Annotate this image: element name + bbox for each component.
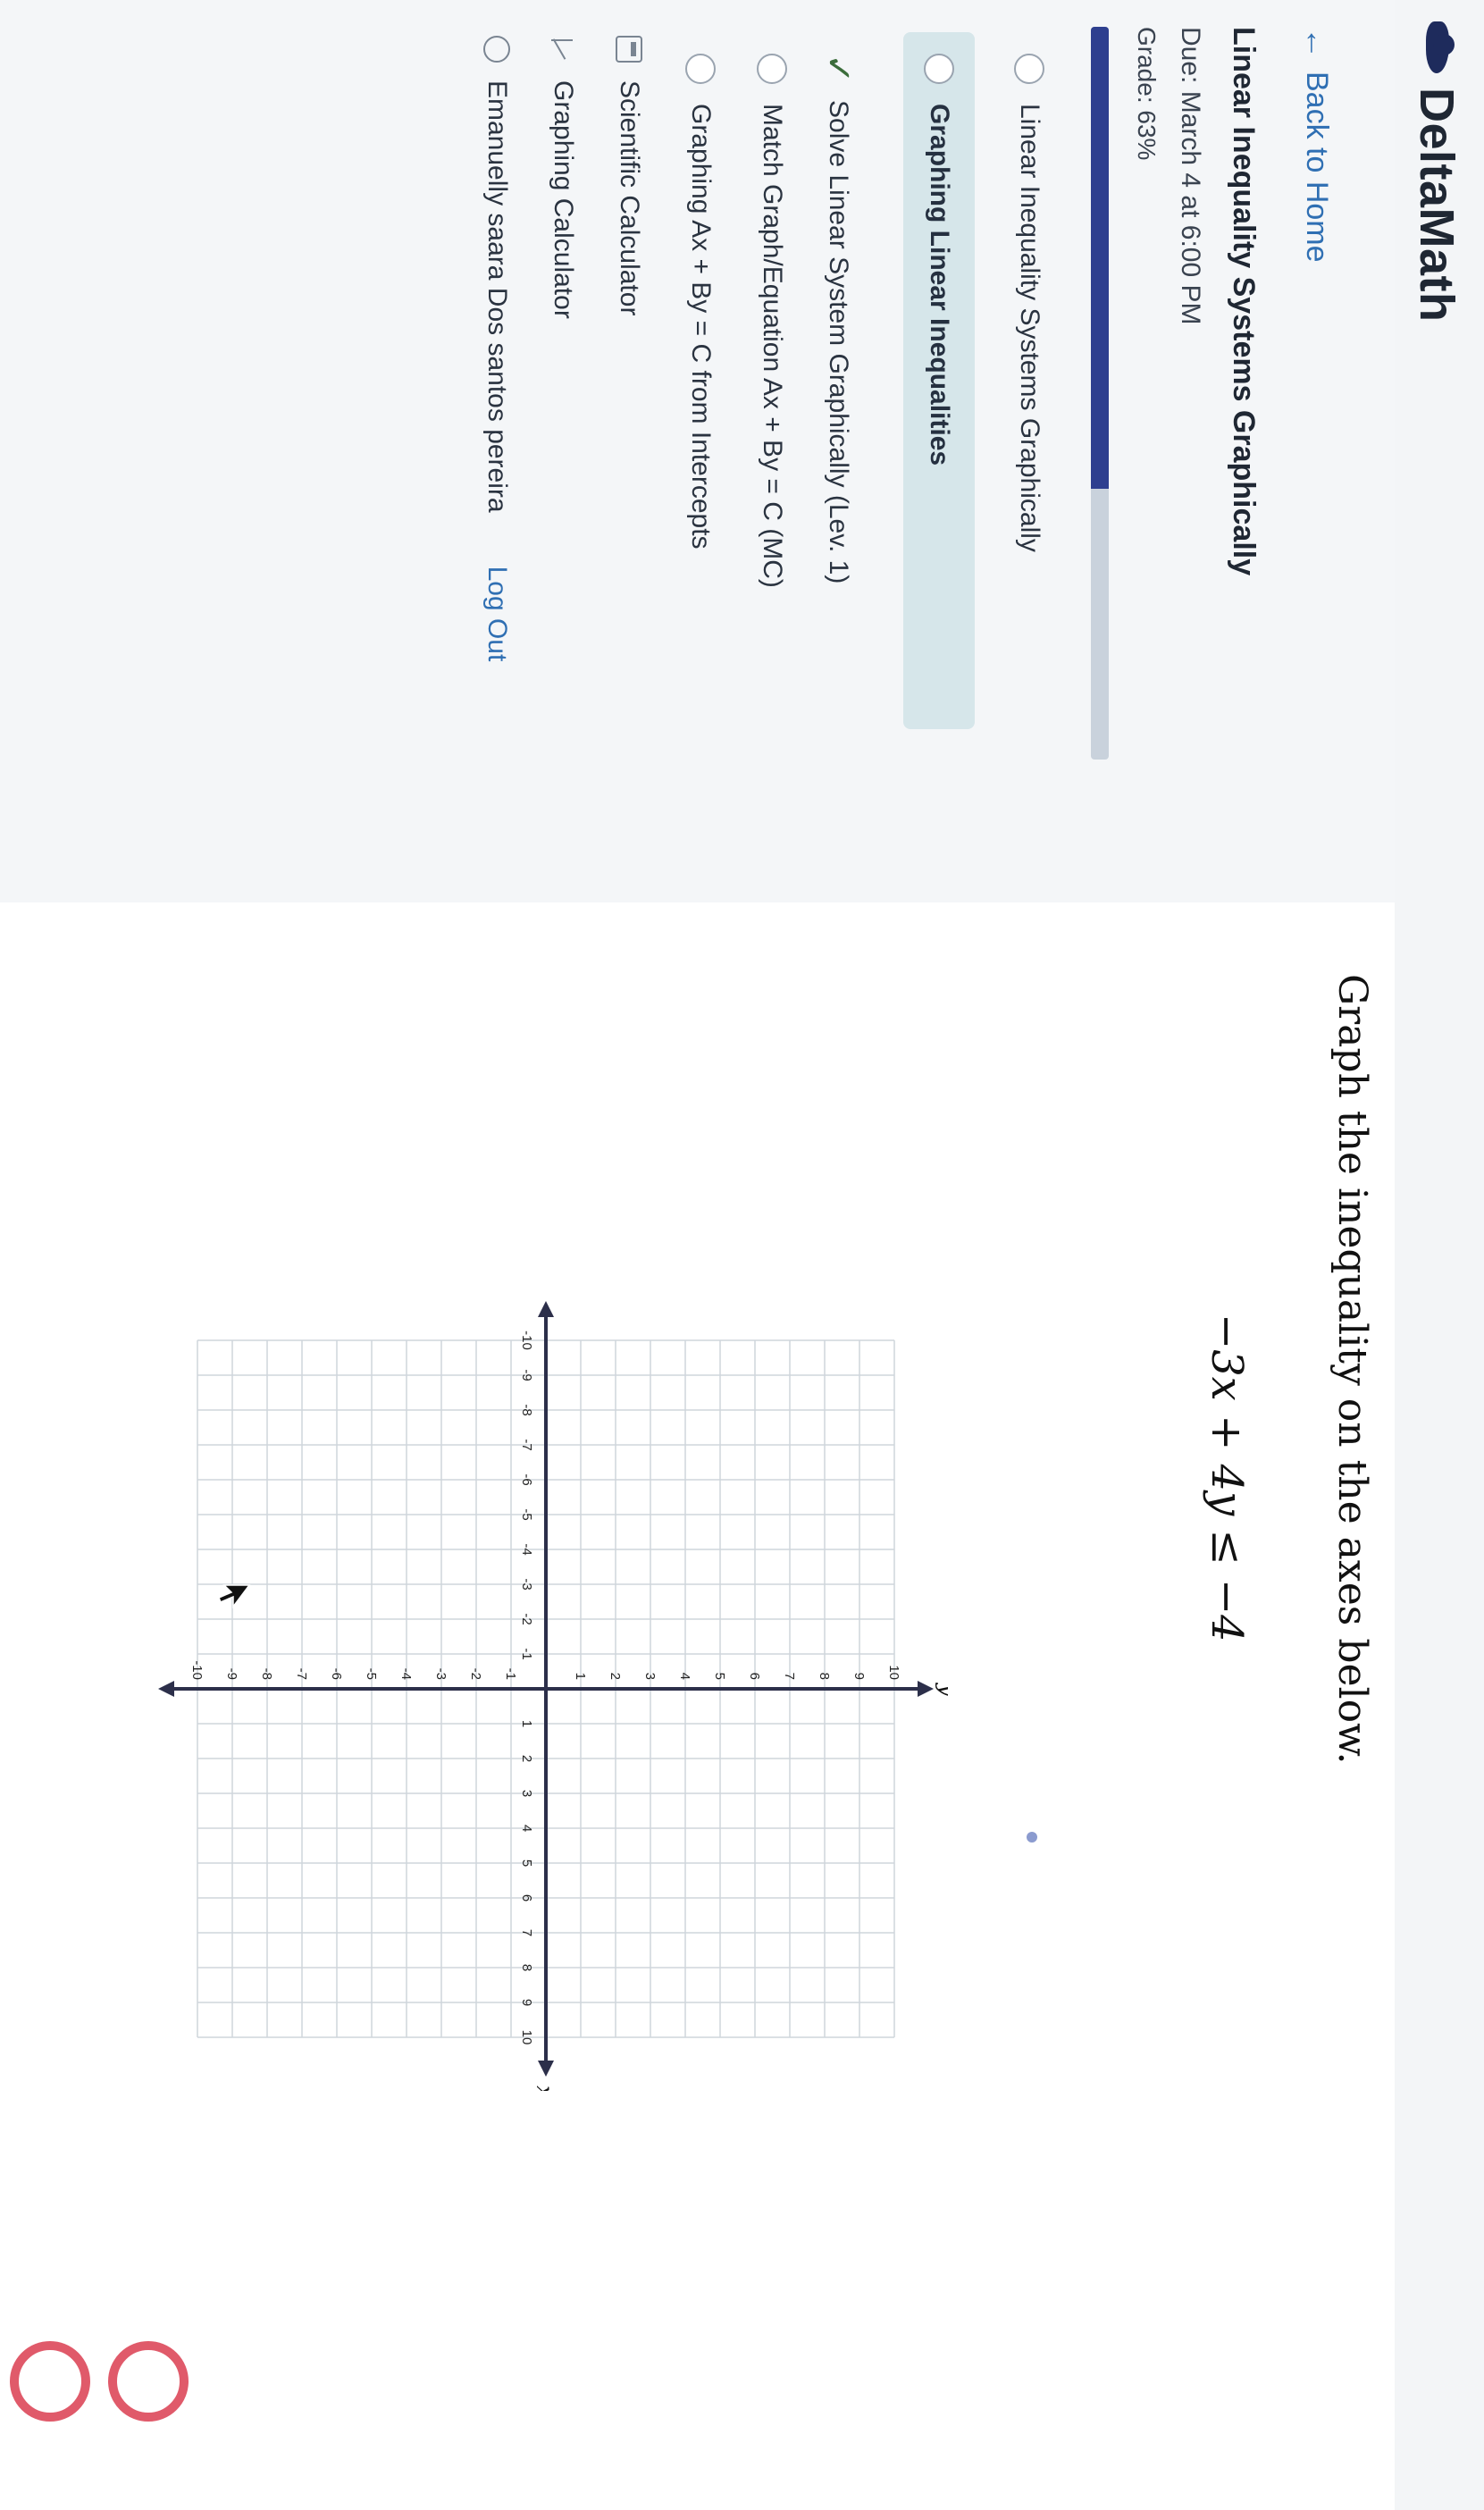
y-axis-label: y xyxy=(935,1683,948,1697)
y-tick-label: 8 xyxy=(817,1673,832,1680)
mouse-cursor-icon xyxy=(218,1584,251,1609)
x-tick-label: -8 xyxy=(519,1404,534,1415)
x-tick-label: 7 xyxy=(519,1929,534,1936)
x-tick-label: 4 xyxy=(519,1825,534,1832)
y-tick-label: 9 xyxy=(851,1673,867,1680)
skill-item-graphing-from-intercepts[interactable]: Graphing Ax + By = C from Intercepts xyxy=(685,54,716,550)
x-tick-label: 5 xyxy=(519,1859,534,1867)
skill-item-graphing-linear-inequalities[interactable]: Graphing Linear Inequalities xyxy=(903,32,975,729)
y-tick-label: 6 xyxy=(747,1673,762,1680)
calculator-icon xyxy=(616,36,642,63)
coordinate-plane[interactable]: x y -10 -9 -8 -7 -6 -5 -4 -3 -2 -1 1 2 3 4 5 6 7 8 9 10 -10 -9 -… xyxy=(144,1287,948,2091)
sidebar: ← Back to Home Linear Inequality Systems… xyxy=(0,0,1395,904)
radio-icon xyxy=(757,54,787,84)
user-row: Emanuelly saara Dos santos pereira Log O… xyxy=(482,36,512,661)
y-axis-arrow-down xyxy=(158,1681,174,1697)
inequality-equation: −3x + 4y ≤ −4 xyxy=(1202,1314,1252,1642)
assignment-due-date: Due: March 4 at 6:00 PM xyxy=(1176,27,1205,325)
header-bar: DeltaMath xyxy=(1393,0,1484,2510)
deltamath-logo-icon xyxy=(1419,21,1455,75)
arrow-left-icon: ← xyxy=(1299,27,1336,59)
skill-label: Linear Inequality Systems Graphically xyxy=(1015,104,1044,552)
radio-icon xyxy=(924,54,954,84)
screen: DeltaMath ← Back to Home Linear Inequali… xyxy=(0,0,1484,2510)
solid-line-tool-button[interactable] xyxy=(108,2341,189,2422)
x-tick-label: 6 xyxy=(519,1894,534,1901)
skill-label: Solve Linear System Graphically (Lev. 1) xyxy=(824,100,853,584)
x-tick-label: -6 xyxy=(519,1473,534,1485)
x-tick-label: 10 xyxy=(519,2030,534,2045)
y-tick-label: 1 xyxy=(573,1673,588,1680)
y-tick-label: 3 xyxy=(642,1673,658,1680)
x-tick-label: -5 xyxy=(519,1508,534,1520)
skill-label: Match Graph/Equation Ax + By = C (MC) xyxy=(758,104,787,588)
y-tick-label: -7 xyxy=(294,1668,309,1680)
user-icon xyxy=(483,36,510,63)
app-name: DeltaMath xyxy=(1410,88,1463,323)
y-tick-label: 4 xyxy=(677,1673,692,1680)
logout-link[interactable]: Log Out xyxy=(482,567,512,662)
x-tick-label: 3 xyxy=(519,1790,534,1797)
skill-item-match-graph-equation[interactable]: Match Graph/Equation Ax + By = C (MC) xyxy=(757,54,787,588)
x-axis-arrow-right xyxy=(538,2061,554,2077)
y-tick-label: -3 xyxy=(433,1668,449,1680)
back-to-home-link[interactable]: ← Back to Home xyxy=(1298,27,1336,263)
y-tick-label: 7 xyxy=(782,1673,797,1680)
grade-progress-fill xyxy=(1091,27,1109,489)
dashed-line-tool-button[interactable] xyxy=(10,2341,90,2422)
radio-icon xyxy=(685,54,716,84)
y-tick-label: 10 xyxy=(886,1665,901,1680)
skill-label: Graphing Linear Inequalities xyxy=(925,104,954,466)
x-tick-label: 9 xyxy=(519,1999,534,2006)
x-tick-label: -7 xyxy=(519,1439,534,1450)
graph-icon xyxy=(549,36,576,63)
x-tick-label: -4 xyxy=(519,1543,534,1555)
skill-item-solve-linear-system[interactable]: ✓ Solve Linear System Graphically (Lev. … xyxy=(817,54,859,583)
assignment-title: Linear Inequality Systems Graphically xyxy=(1227,27,1261,576)
user-name: Emanuelly saara Dos santos pereira xyxy=(482,80,512,513)
x-tick-label: 8 xyxy=(519,1964,534,1971)
skill-label: Graphing Ax + By = C from Intercepts xyxy=(686,104,716,550)
x-tick-label: -2 xyxy=(519,1613,534,1624)
skill-item-linear-inequality-systems[interactable]: Linear Inequality Systems Graphically xyxy=(1014,54,1044,552)
y-tick-label: 5 xyxy=(712,1673,727,1680)
radio-icon xyxy=(1014,54,1044,84)
tool-label: Scientific Calculator xyxy=(615,80,644,316)
y-tick-label: -4 xyxy=(398,1668,414,1680)
y-tick-label: -9 xyxy=(224,1668,239,1680)
x-tick-label: -9 xyxy=(519,1369,534,1381)
problem-area: Graph the inequality on the axes below. … xyxy=(0,902,1395,2510)
point-marker[interactable] xyxy=(1027,1832,1037,1843)
problem-prompt: Graph the inequality on the axes below. xyxy=(1329,974,1375,1765)
y-tick-label: -10 xyxy=(189,1660,205,1680)
logo[interactable]: DeltaMath xyxy=(1409,21,1464,323)
graphing-calculator-link[interactable]: Graphing Calculator xyxy=(548,36,578,661)
grade-progress-bar xyxy=(1091,27,1109,760)
x-tick-label: 2 xyxy=(519,1755,534,1762)
axes xyxy=(158,1301,934,2077)
x-tick-label: 1 xyxy=(519,1720,534,1727)
y-axis-arrow-up xyxy=(918,1681,934,1697)
tool-label: Graphing Calculator xyxy=(549,80,578,319)
x-tick-label: -10 xyxy=(519,1331,534,1350)
y-tick-label: 2 xyxy=(608,1673,623,1680)
y-tick-label: -6 xyxy=(329,1668,344,1680)
x-tick-label: -1 xyxy=(519,1648,534,1659)
tools-list: Scientific Calculator Graphing Calculato… xyxy=(482,36,644,661)
y-tick-label: -2 xyxy=(468,1668,483,1680)
x-tick-label: -3 xyxy=(519,1578,534,1590)
y-tick-label: -1 xyxy=(503,1668,518,1680)
checkmark-icon: ✓ xyxy=(818,54,858,84)
back-label: Back to Home xyxy=(1300,71,1335,263)
x-axis-arrow-left xyxy=(538,1301,554,1317)
scientific-calculator-link[interactable]: Scientific Calculator xyxy=(614,36,644,661)
assignment-grade: Grade: 63% xyxy=(1133,27,1161,161)
x-axis-label: x xyxy=(531,2086,558,2091)
y-tick-label: -8 xyxy=(259,1668,274,1680)
y-tick-label: -5 xyxy=(364,1668,379,1680)
